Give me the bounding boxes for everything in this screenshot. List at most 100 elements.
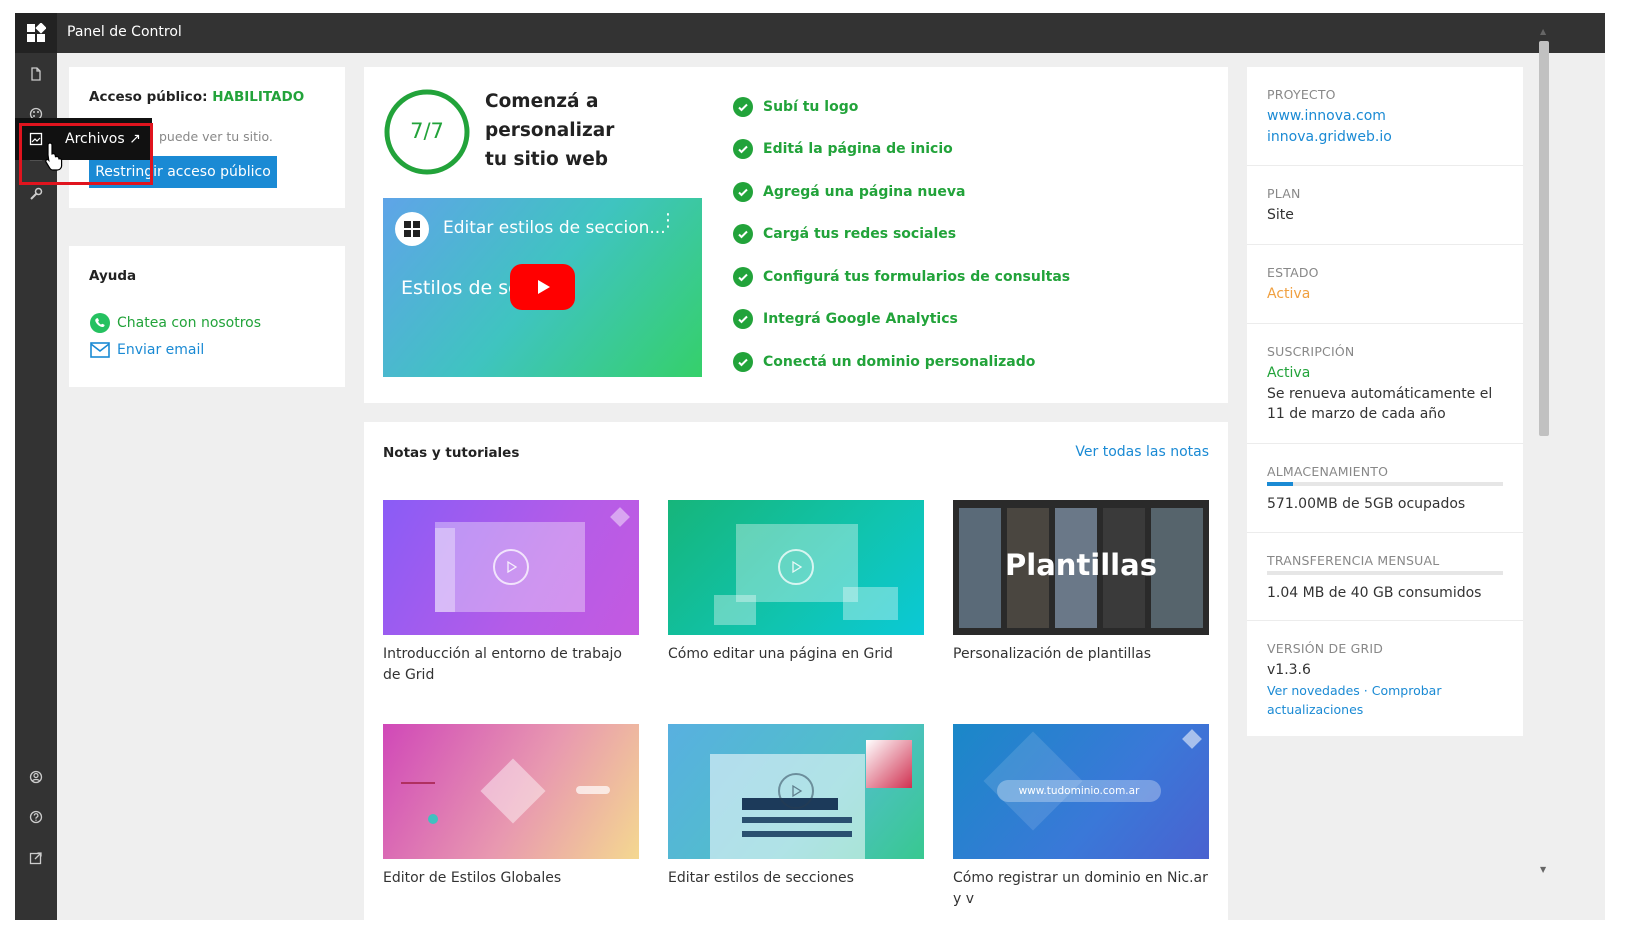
scrollbar-thumb[interactable]: [1539, 41, 1549, 436]
thumbnail-title: Plantillas: [1005, 548, 1157, 582]
note-caption[interactable]: Editor de Estilos Globales: [383, 868, 639, 889]
tools-icon[interactable]: [26, 184, 46, 204]
note-caption[interactable]: Personalización de plantillas: [953, 644, 1209, 665]
storage-value: 571.00MB de 5GB ocupados: [1267, 496, 1466, 512]
slider-illustration: [401, 782, 435, 784]
help-icon[interactable]: [26, 807, 46, 827]
play-icon: [537, 280, 550, 294]
note-caption[interactable]: Cómo editar una página en Grid: [668, 644, 924, 665]
storage-section: ALMACENAMIENTO 571.00MB de 5GB ocupados: [1247, 444, 1523, 533]
channel-avatar[interactable]: [395, 212, 429, 246]
news-link[interactable]: Ver novedades: [1267, 683, 1360, 698]
onboarding-title-line1: Comenzá a: [485, 91, 599, 112]
checklist-item[interactable]: Integrá Google Analytics: [733, 309, 958, 329]
storage-bar: [1267, 482, 1503, 486]
diamond-shape: [610, 507, 630, 527]
primary-domain-link[interactable]: www.innova.com: [1267, 106, 1503, 127]
subdomain-link[interactable]: innova.gridweb.io: [1267, 127, 1503, 148]
access-description: puede ver tu sitio.: [159, 129, 273, 144]
color-picker-illustration: [866, 740, 912, 788]
text-line-illustration: [742, 831, 852, 837]
view-all-notes-link[interactable]: Ver todas las notas: [1075, 444, 1209, 460]
checklist-label: Configurá tus formularios de consultas: [763, 269, 1071, 285]
project-section: PROYECTO www.innova.com innova.gridweb.i…: [1247, 67, 1523, 166]
pages-icon[interactable]: [26, 64, 46, 84]
email-label: Enviar email: [117, 342, 205, 358]
checklist-item[interactable]: Editá la página de inicio: [733, 139, 953, 159]
check-icon: [733, 352, 753, 372]
note-thumbnail[interactable]: [668, 724, 924, 859]
note-caption[interactable]: Cómo registrar un dominio en Nic.ar y v: [953, 868, 1209, 910]
check-icon: [733, 224, 753, 244]
note-thumbnail[interactable]: [383, 724, 639, 859]
scroll-up-arrow[interactable]: ▲: [1540, 27, 1546, 36]
transfer-value: 1.04 MB de 40 GB consumidos: [1267, 585, 1482, 601]
note-thumbnail[interactable]: www.tudominio.com.ar: [953, 724, 1209, 859]
subscription-section: SUSCRIPCIÓN Activa Se renueva automática…: [1247, 324, 1523, 444]
play-icon: [778, 773, 814, 809]
whatsapp-label: Chatea con nosotros: [117, 315, 262, 331]
video-menu-icon[interactable]: ⋮: [659, 212, 677, 230]
onboarding-title-line3: tu sitio web: [485, 149, 609, 170]
app-window: Panel de Control Acceso público: HABILIT…: [15, 13, 1605, 920]
onboarding-title-line2: personalizar: [485, 120, 615, 141]
scrollbar[interactable]: ▲ ▼: [1537, 27, 1551, 877]
plan-label: PLAN: [1267, 186, 1301, 201]
note-caption[interactable]: Introducción al entorno de trabajo de Gr…: [383, 644, 639, 686]
progress-text: 7/7: [410, 119, 444, 143]
onboarding-card: 7/7 Comenzá a personalizar tu sitio web …: [364, 67, 1228, 403]
project-info-card: PROYECTO www.innova.com innova.gridweb.i…: [1247, 67, 1523, 736]
plan-section: PLAN Site: [1247, 166, 1523, 245]
account-icon[interactable]: [26, 767, 46, 787]
status-section: ESTADO Activa: [1247, 245, 1523, 324]
app-title: Panel de Control: [67, 24, 182, 40]
note-caption[interactable]: Editar estilos de secciones: [668, 868, 924, 889]
checklist-item[interactable]: Conectá un dominio personalizado: [733, 352, 1035, 372]
status-value: Activa: [1267, 286, 1311, 302]
project-label: PROYECTO: [1267, 87, 1336, 102]
play-button[interactable]: [510, 264, 575, 310]
check-icon: [733, 97, 753, 117]
laptop-illustration: [843, 587, 898, 620]
whatsapp-link[interactable]: Chatea con nosotros: [89, 312, 261, 334]
checklist-item[interactable]: Cargá tus redes sociales: [733, 224, 956, 244]
tutorial-video[interactable]: Editar estilos de seccion... ⋮ Estilos d…: [383, 198, 702, 377]
version-label: VERSIÓN DE GRID: [1267, 641, 1384, 656]
onboarding-title: Comenzá a personalizar tu sitio web: [485, 87, 614, 174]
checklist-item[interactable]: Configurá tus formularios de consultas: [733, 267, 1070, 287]
tablet-illustration: [714, 595, 756, 625]
note-thumbnail[interactable]: [668, 500, 924, 635]
checklist-label: Cargá tus redes sociales: [763, 226, 957, 242]
video-title: Editar estilos de seccion...: [443, 218, 666, 238]
external-link-icon[interactable]: [26, 848, 46, 868]
email-link[interactable]: Enviar email: [89, 341, 204, 359]
note-thumbnail[interactable]: Plantillas: [953, 500, 1209, 635]
color-dot: [428, 814, 438, 824]
scroll-down-arrow[interactable]: ▼: [1540, 865, 1546, 874]
video-overlay-text: Estilos de se: [401, 277, 520, 299]
storage-label: ALMACENAMIENTO: [1267, 464, 1389, 479]
check-icon: [733, 309, 753, 329]
checklist-label: Conectá un dominio personalizado: [763, 354, 1036, 370]
checklist-label: Subí tu logo: [763, 99, 859, 115]
domain-pill: www.tudominio.com.ar: [997, 780, 1161, 802]
checklist-item[interactable]: Subí tu logo: [733, 97, 858, 117]
subscription-label: SUSCRIPCIÓN: [1267, 344, 1355, 359]
access-status: HABILITADO: [212, 89, 305, 105]
check-icon: [733, 182, 753, 202]
diamond-shape: [480, 758, 546, 824]
access-label: Acceso público:: [89, 89, 208, 105]
check-icon: [733, 139, 753, 159]
play-icon: [778, 549, 814, 585]
grid-logo-icon[interactable]: [15, 13, 57, 53]
checklist-label: Integrá Google Analytics: [763, 311, 958, 327]
notes-card: Notas y tutoriales Ver todas las notas I…: [364, 422, 1228, 920]
version-section: VERSIÓN DE GRID v1.3.6 Ver novedades · C…: [1247, 621, 1523, 736]
transfer-label: TRANSFERENCIA MENSUAL: [1267, 553, 1440, 568]
help-card: Ayuda Chatea con nosotros Enviar email: [69, 246, 345, 387]
check-icon: [733, 267, 753, 287]
note-thumbnail[interactable]: [383, 500, 639, 635]
checklist-label: Agregá una página nueva: [763, 184, 966, 200]
checklist-item[interactable]: Agregá una página nueva: [733, 182, 965, 202]
top-bar: Panel de Control: [15, 13, 1605, 53]
